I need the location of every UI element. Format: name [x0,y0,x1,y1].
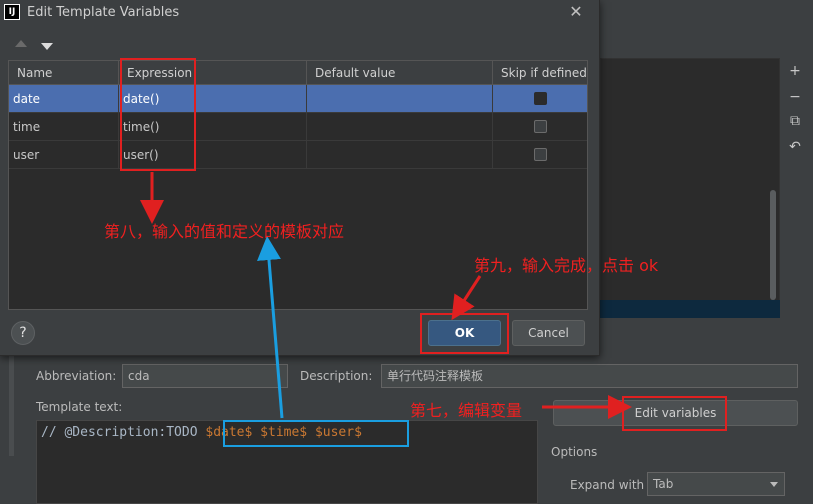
annotation-step7: 第七，编辑变量 [410,401,523,420]
arrow-step9 [451,275,482,321]
annotation-step9: 第九，输入完成，点击 ok [474,256,659,275]
arrow-blue [257,236,284,419]
annotation-arrows [140,172,632,419]
annotation-step8: 第八，输入的值和定义的模板对应 [104,222,345,241]
